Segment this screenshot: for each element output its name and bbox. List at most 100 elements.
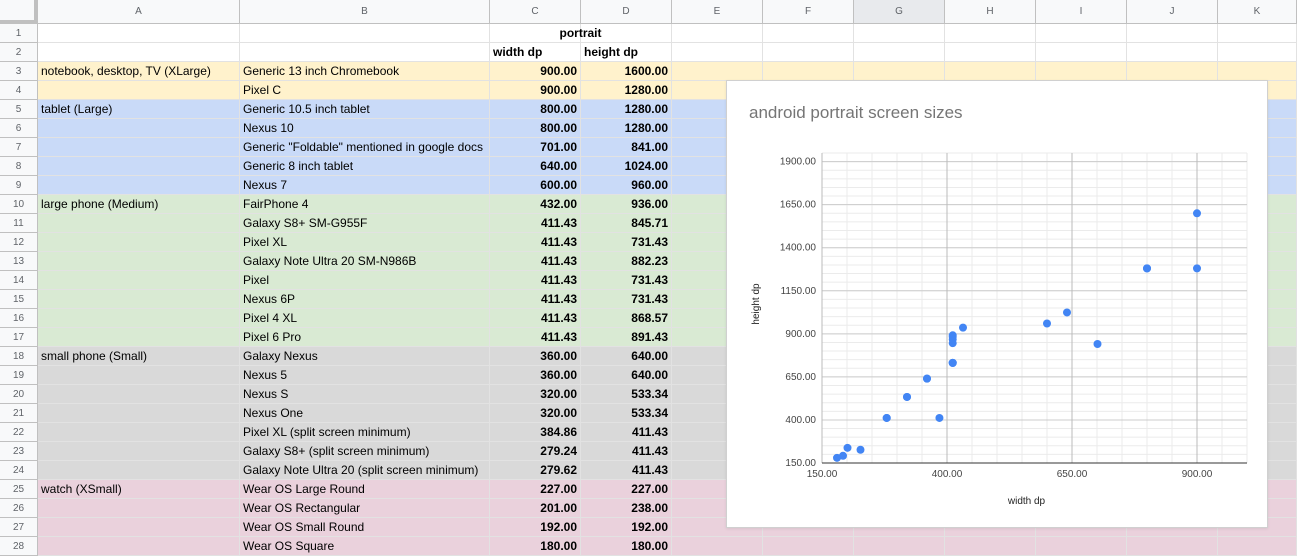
row-header[interactable]: 7 [0,138,38,157]
cell[interactable]: tablet (Large) [38,100,240,119]
row-header[interactable]: 15 [0,290,38,309]
cell[interactable]: 841.00 [581,138,672,157]
cell[interactable]: 600.00 [490,176,581,195]
cell[interactable] [945,62,1036,81]
cell[interactable]: 411.43 [581,461,672,480]
cell[interactable] [1127,537,1218,556]
cell[interactable]: 900.00 [490,81,581,100]
row-header[interactable]: 5 [0,100,38,119]
row-header[interactable]: 3 [0,62,38,81]
column-header-f[interactable]: F [763,0,854,24]
cell[interactable]: Wear OS Rectangular [240,499,490,518]
cell[interactable]: height dp [581,43,672,62]
cell[interactable]: FairPhone 4 [240,195,490,214]
cell[interactable] [240,43,490,62]
cell[interactable]: 731.43 [581,233,672,252]
row-header[interactable]: 16 [0,309,38,328]
cell[interactable] [1036,43,1127,62]
cell[interactable]: Pixel 6 Pro [240,328,490,347]
scatter-chart[interactable]: android portrait screen sizes 150.00 400.… [726,80,1268,528]
cell[interactable]: 1600.00 [581,62,672,81]
cell[interactable] [1127,24,1218,43]
cell[interactable]: Wear OS Large Round [240,480,490,499]
cell[interactable] [38,309,240,328]
cell[interactable]: 192.00 [490,518,581,537]
cell[interactable]: 279.24 [490,442,581,461]
cell[interactable] [763,24,854,43]
cell[interactable]: 411.43 [490,271,581,290]
cell[interactable] [38,252,240,271]
cell[interactable]: 533.34 [581,404,672,423]
cell[interactable]: 411.43 [490,233,581,252]
cell[interactable]: 360.00 [490,347,581,366]
row-header[interactable]: 23 [0,442,38,461]
cell[interactable]: Galaxy S8+ (split screen minimum) [240,442,490,461]
row-header[interactable]: 26 [0,499,38,518]
cell[interactable] [38,442,240,461]
cell[interactable]: 533.34 [581,385,672,404]
row-header[interactable]: 2 [0,43,38,62]
cell[interactable]: Wear OS Small Round [240,518,490,537]
cell[interactable]: 701.00 [490,138,581,157]
column-header-i[interactable]: I [1036,0,1127,24]
cell[interactable]: Galaxy Note Ultra 20 (split screen minim… [240,461,490,480]
cell[interactable] [672,537,763,556]
cell[interactable]: small phone (Small) [38,347,240,366]
cell[interactable] [672,43,763,62]
row-header[interactable]: 24 [0,461,38,480]
cell[interactable] [1218,537,1297,556]
cell[interactable]: 640.00 [581,366,672,385]
row-header[interactable]: 28 [0,537,38,556]
cell[interactable] [240,24,490,43]
cell[interactable]: Nexus 6P [240,290,490,309]
cell[interactable]: 891.43 [581,328,672,347]
cell[interactable]: 227.00 [581,480,672,499]
row-header[interactable]: 1 [0,24,38,43]
cell[interactable]: large phone (Medium) [38,195,240,214]
cell[interactable]: 384.86 [490,423,581,442]
cell[interactable]: 180.00 [490,537,581,556]
cell[interactable]: 1280.00 [581,81,672,100]
cell[interactable]: 411.43 [581,423,672,442]
cell[interactable] [945,43,1036,62]
cell[interactable]: Galaxy Nexus [240,347,490,366]
cell[interactable] [38,328,240,347]
cell[interactable]: Generic 8 inch tablet [240,157,490,176]
cell[interactable]: 279.62 [490,461,581,480]
cell[interactable]: 432.00 [490,195,581,214]
cell[interactable] [38,499,240,518]
row-header[interactable]: 21 [0,404,38,423]
cell[interactable] [1218,24,1297,43]
cell[interactable]: Galaxy Note Ultra 20 SM-N986B [240,252,490,271]
cell[interactable]: Generic 13 inch Chromebook [240,62,490,81]
select-all-corner[interactable] [0,0,38,24]
row-header[interactable]: 11 [0,214,38,233]
cell[interactable]: Pixel 4 XL [240,309,490,328]
cell[interactable]: Pixel [240,271,490,290]
column-header-c[interactable]: C [490,0,581,24]
row-header[interactable]: 17 [0,328,38,347]
cell[interactable]: 640.00 [581,347,672,366]
cell[interactable]: width dp [490,43,581,62]
column-header-j[interactable]: J [1127,0,1218,24]
cell[interactable]: 882.23 [581,252,672,271]
cell[interactable]: 201.00 [490,499,581,518]
cell[interactable]: 868.57 [581,309,672,328]
cell[interactable] [763,43,854,62]
cell[interactable]: 411.43 [490,252,581,271]
row-header[interactable]: 19 [0,366,38,385]
row-header[interactable]: 4 [0,81,38,100]
cell[interactable] [38,176,240,195]
cell[interactable]: watch (XSmall) [38,480,240,499]
cell[interactable] [38,43,240,62]
column-header-e[interactable]: E [672,0,763,24]
cell[interactable]: 960.00 [581,176,672,195]
cell[interactable] [38,214,240,233]
cell[interactable] [38,518,240,537]
cell[interactable] [38,366,240,385]
cell[interactable]: Galaxy S8+ SM-G955F [240,214,490,233]
cell[interactable]: Generic "Foldable" mentioned in google d… [240,138,490,157]
cell[interactable]: Generic 10.5 inch tablet [240,100,490,119]
cell[interactable] [1127,43,1218,62]
cell[interactable] [38,385,240,404]
